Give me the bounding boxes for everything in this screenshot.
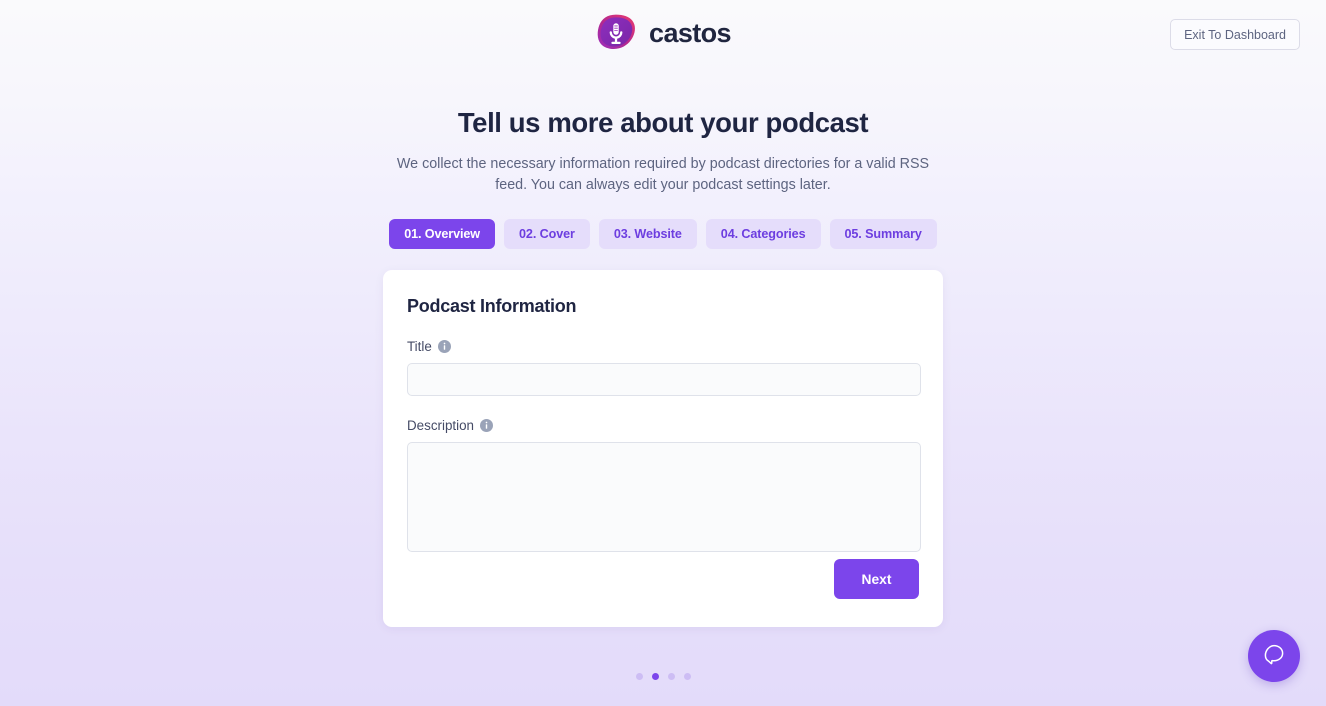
description-field-group: Description bbox=[407, 418, 921, 552]
title-field-group: Title bbox=[407, 339, 921, 396]
exit-to-dashboard-button[interactable]: Exit To Dashboard bbox=[1170, 19, 1300, 50]
tab-summary[interactable]: 05. Summary bbox=[829, 219, 937, 249]
tab-cover[interactable]: 02. Cover bbox=[504, 219, 590, 249]
pagination-dot[interactable] bbox=[635, 673, 643, 680]
title-input[interactable] bbox=[407, 363, 921, 396]
page-subtitle: We collect the necessary information req… bbox=[396, 156, 930, 193]
tab-overview[interactable]: 01. Overview bbox=[389, 219, 496, 249]
page-title: Tell us more about your podcast bbox=[457, 107, 869, 138]
title-field-label: Title bbox=[407, 339, 432, 354]
pagination-dot[interactable] bbox=[683, 673, 691, 680]
title-field-label-row: Title bbox=[407, 339, 919, 354]
description-textarea[interactable] bbox=[407, 442, 921, 552]
tab-website[interactable]: 03. Website bbox=[598, 219, 697, 249]
next-button[interactable]: Next bbox=[834, 559, 919, 599]
brand-logo: castos bbox=[595, 13, 732, 55]
info-circle-icon[interactable] bbox=[437, 340, 451, 353]
description-field-label: Description bbox=[407, 418, 474, 433]
pagination-dots bbox=[0, 673, 1326, 680]
pagination-dot[interactable] bbox=[651, 673, 659, 680]
help-beacon-button[interactable] bbox=[1248, 630, 1300, 682]
info-circle-icon[interactable] bbox=[479, 419, 493, 432]
tab-categories[interactable]: 04. Categories bbox=[705, 219, 821, 249]
description-field-label-row: Description bbox=[407, 418, 919, 433]
intro-section: Tell us more about your podcast We colle… bbox=[0, 106, 1326, 196]
microphone-logo-icon bbox=[595, 13, 637, 55]
chat-bubble-icon bbox=[1262, 642, 1286, 671]
card-title: Podcast Information bbox=[407, 296, 577, 316]
app-header: castos Exit To Dashboard bbox=[0, 0, 1326, 68]
onboarding-step-tabs: 01. Overview 02. Cover 03. Website 04. C… bbox=[0, 219, 1326, 249]
card-actions: Next bbox=[834, 559, 919, 599]
podcast-information-card: Podcast Information Title Description Ne… bbox=[383, 270, 943, 627]
brand-name: castos bbox=[649, 17, 732, 48]
pagination-dot[interactable] bbox=[667, 673, 675, 680]
